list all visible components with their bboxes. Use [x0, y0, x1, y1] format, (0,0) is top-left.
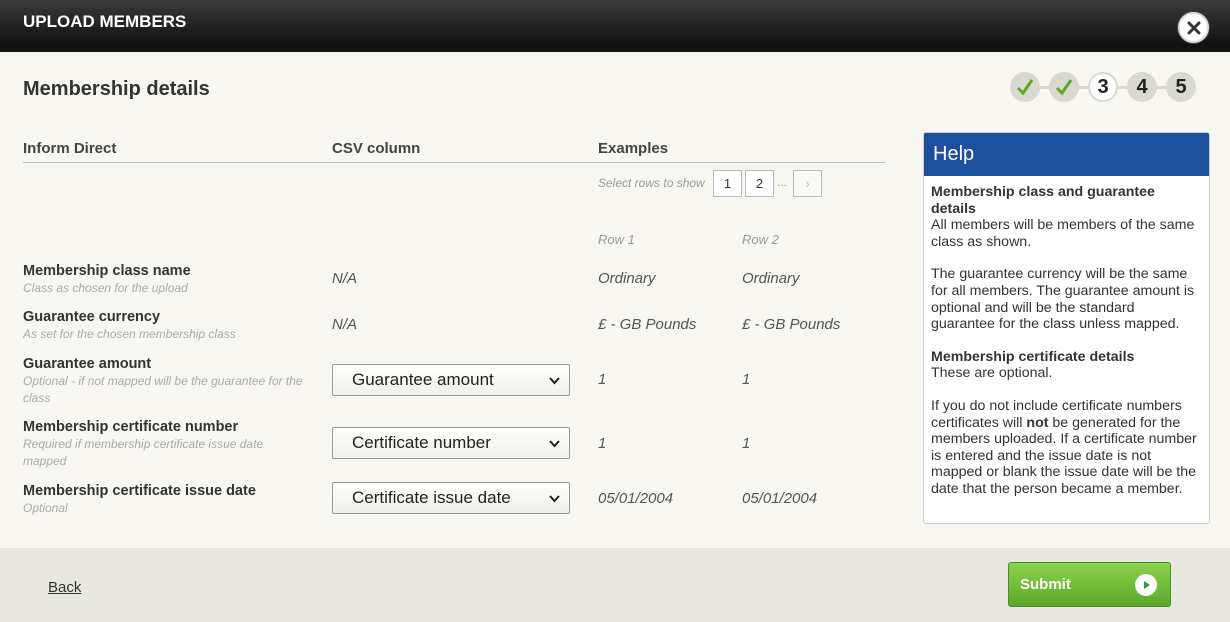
example-row-1-header: Row 1	[598, 232, 635, 247]
example-value: Ordinary	[598, 270, 656, 287]
csv-value: N/A	[332, 270, 358, 287]
row-membership-class: Membership class name Class as chosen fo…	[23, 263, 313, 297]
chevron-down-icon	[549, 440, 560, 448]
close-icon	[1187, 21, 1200, 34]
field-hint: As set for the chosen membership class	[23, 327, 236, 341]
help-heading: Membership class and guarantee details	[931, 184, 1155, 217]
csv-value: N/A	[332, 316, 358, 333]
example-value: 05/01/2004	[598, 490, 674, 507]
next-page-button[interactable]: ›	[793, 170, 822, 197]
row-certificate-issue-date: Membership certificate issue date Option…	[23, 483, 313, 517]
checkmark-icon	[1016, 79, 1034, 96]
submit-label: Submit	[1020, 576, 1071, 593]
help-title: Help	[924, 133, 1209, 176]
step-4: 4	[1127, 72, 1157, 102]
field-name: Membership certificate issue date	[23, 483, 256, 499]
example-value: £ - GB Pounds	[598, 316, 697, 333]
help-text: All members will be members of the same …	[931, 217, 1195, 250]
row-guarantee-amount: Guarantee amount Optional - if not mappe…	[23, 356, 313, 407]
help-panel: Help Membership class and guarantee deta…	[923, 132, 1210, 524]
help-body: Membership class and guarantee details A…	[924, 176, 1209, 522]
chevron-down-icon	[549, 377, 560, 385]
step-3-current: 3	[1088, 72, 1118, 102]
header-inform-direct: Inform Direct	[23, 140, 117, 157]
field-hint: Optional	[23, 501, 68, 515]
row-certificate-number: Membership certificate number Required i…	[23, 419, 313, 470]
example-value: Ordinary	[742, 270, 800, 287]
field-hint: Class as chosen for the upload	[23, 281, 188, 295]
help-emphasis: not	[1026, 414, 1049, 431]
field-name: Guarantee amount	[23, 356, 152, 372]
help-heading: Membership certificate details	[931, 348, 1135, 365]
step-2	[1049, 72, 1079, 102]
example-value: 1	[742, 435, 751, 452]
help-text: These are optional.	[931, 365, 1053, 382]
close-button[interactable]	[1178, 12, 1209, 43]
submit-button[interactable]: Submit	[1008, 562, 1171, 607]
select-rows-label: Select rows to show	[598, 176, 705, 190]
example-value: 1	[598, 435, 607, 452]
step-indicator: 3 4 5	[1008, 70, 1198, 104]
back-link[interactable]: Back	[48, 579, 81, 596]
field-hint: Optional - if not mapped will be the gua…	[23, 374, 303, 405]
dialog-title: UPLOAD MEMBERS	[23, 12, 187, 31]
select-value: Certificate issue date	[352, 488, 511, 507]
example-value: 05/01/2004	[742, 490, 818, 507]
help-section-class: Membership class and guarantee details A…	[931, 184, 1202, 250]
example-value: £ - GB Pounds	[742, 316, 841, 333]
field-name: Guarantee currency	[23, 309, 161, 325]
step-1	[1010, 72, 1040, 102]
field-name: Membership certificate number	[23, 419, 239, 435]
page-title: Membership details	[23, 78, 210, 100]
play-icon	[1135, 574, 1157, 596]
help-section-certificate-numbers: If you do not include certificate number…	[931, 398, 1202, 498]
field-name: Membership class name	[23, 263, 191, 279]
help-text: The guarantee currency will be the same …	[931, 266, 1195, 333]
header-csv-column: CSV column	[332, 140, 421, 157]
dialog-titlebar: UPLOAD MEMBERS	[0, 0, 1230, 52]
guarantee-amount-select[interactable]: Guarantee amount	[332, 364, 570, 396]
select-value: Guarantee amount	[352, 370, 494, 389]
example-value: 1	[742, 371, 751, 388]
row-guarantee-currency: Guarantee currency As set for the chosen…	[23, 309, 313, 343]
help-section-certificate: Membership certificate details These are…	[931, 349, 1202, 382]
certificate-issue-date-select[interactable]: Certificate issue date	[332, 482, 570, 514]
pagination-ellipsis: ...	[777, 175, 788, 189]
chevron-down-icon	[549, 495, 560, 503]
header-examples: Examples	[598, 140, 669, 157]
example-value: 1	[598, 371, 607, 388]
certificate-number-select[interactable]: Certificate number	[332, 427, 570, 459]
select-value: Certificate number	[352, 433, 491, 452]
header-divider	[23, 162, 885, 163]
checkmark-icon	[1055, 79, 1073, 96]
step-5: 5	[1166, 72, 1196, 102]
example-row-2-header: Row 2	[742, 232, 779, 247]
field-hint: Required if membership certificate issue…	[23, 437, 264, 468]
page-2-button[interactable]: 2	[745, 170, 774, 197]
page-1-button[interactable]: 1	[713, 170, 742, 197]
